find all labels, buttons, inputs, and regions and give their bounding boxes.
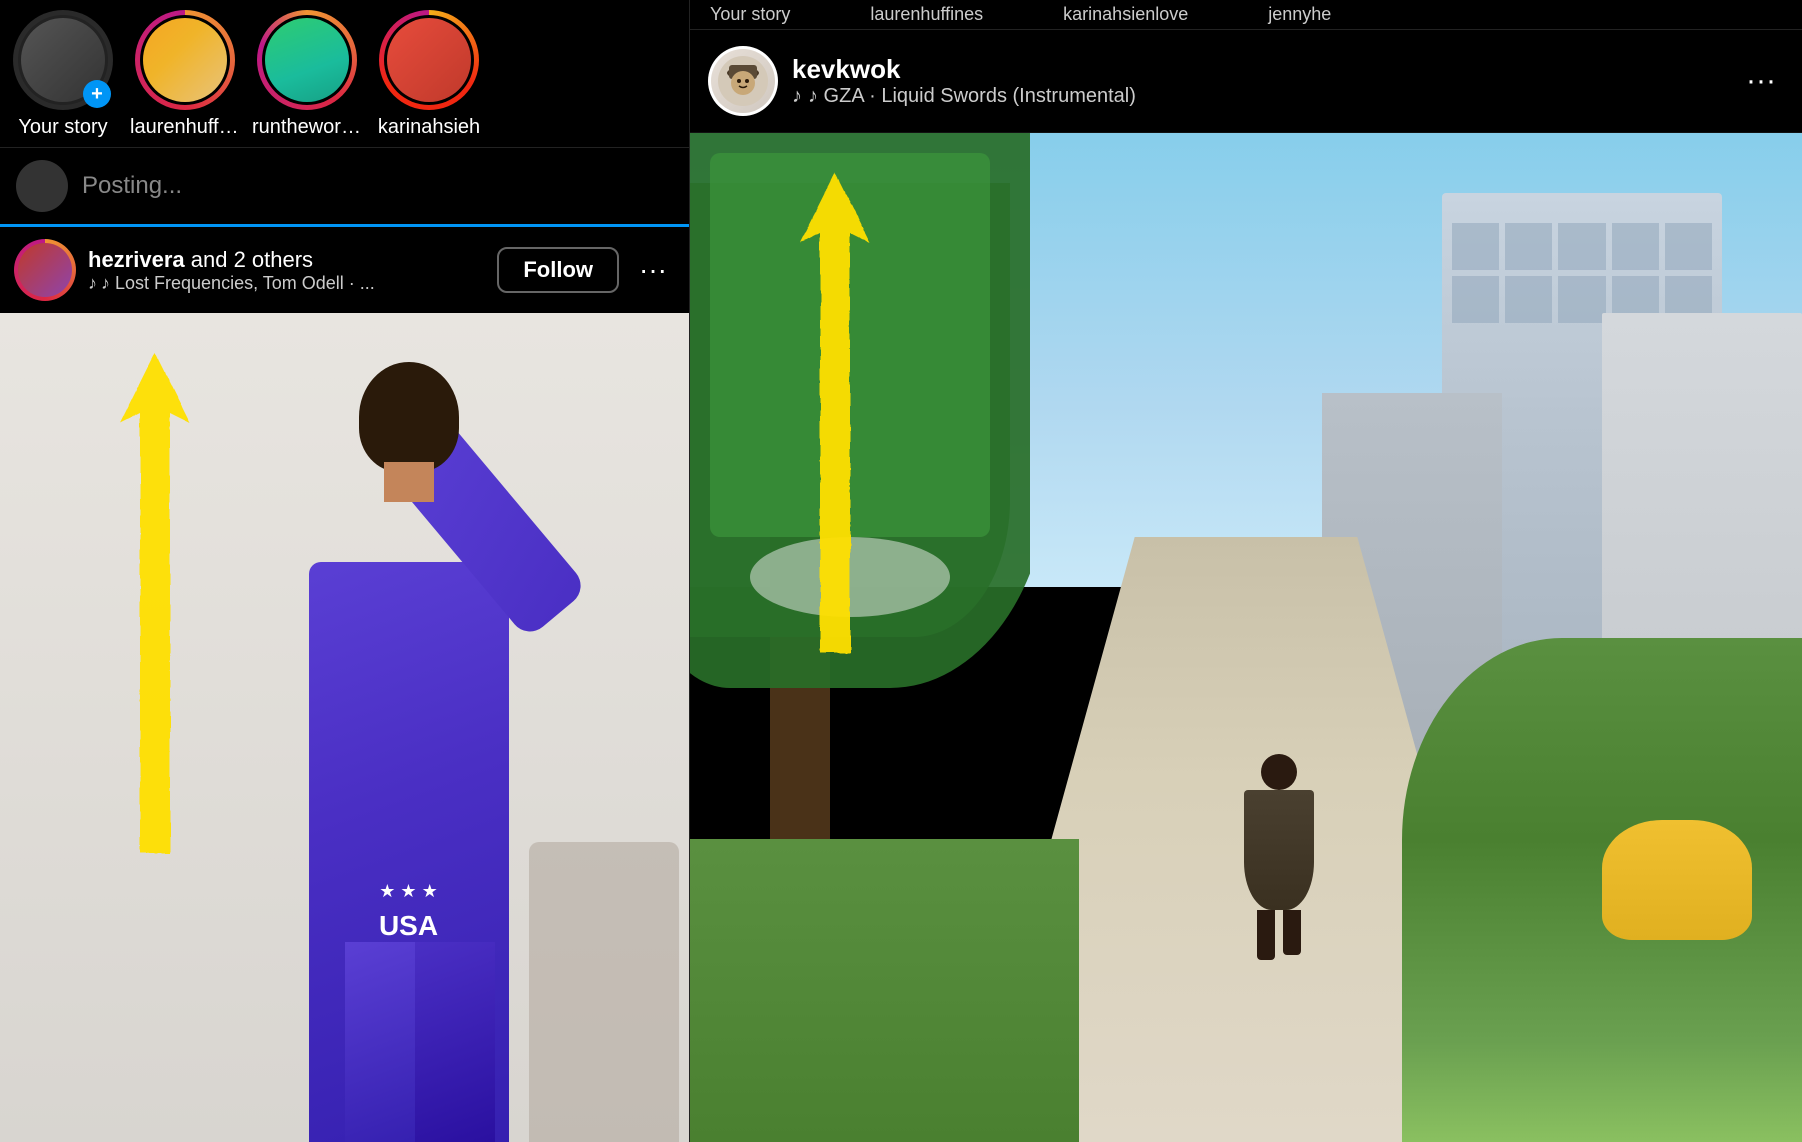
follow-button[interactable]: Follow <box>497 247 619 293</box>
music-text: ♪ Lost Frequencies, Tom Odell · ... <box>101 273 375 294</box>
kevkwok-more-button[interactable]: ··· <box>1738 64 1784 98</box>
runtheworldwide-label: runtheworldwide <box>252 116 362 139</box>
laurenhuffines-label: laurenhuffines <box>130 116 240 139</box>
hezrivera-username[interactable]: hezrivera and 2 others <box>88 247 485 273</box>
hezrivera-avatar-wrap[interactable] <box>14 239 76 301</box>
right-top-label-1: Your story <box>710 4 790 25</box>
person-leg-r <box>1283 910 1301 955</box>
posting-row: Posting... <box>0 147 689 227</box>
right-top-label-3: karinahsienlove <box>1063 4 1188 25</box>
laurenhuffines-ring-inner <box>140 15 230 105</box>
runtheworldwide-avatar <box>265 18 349 102</box>
feed-image-area: USA ★ ★ ★ <box>0 313 689 1142</box>
yellow-flowers <box>1602 820 1752 940</box>
karinahsieh-avatar <box>387 18 471 102</box>
yellow-arrow-left <box>110 343 200 868</box>
karinahsieh-ring <box>379 10 479 110</box>
kevkwok-music-text: ♪ GZA · Liquid Swords (Instrumental) <box>808 85 1136 108</box>
karinahsieh-label: karinahsieh <box>378 116 480 139</box>
posting-avatar <box>16 160 68 212</box>
posting-text: Posting... <box>82 172 182 200</box>
kevkwok-info: kevkwok ♪ ♪ GZA · Liquid Swords (Instrum… <box>792 54 1724 108</box>
and-others-text: and 2 others <box>191 247 313 272</box>
laurenhuffines-avatar-wrap <box>135 10 235 110</box>
story-item-runtheworldwide[interactable]: runtheworldwide <box>252 10 362 139</box>
karinahsieh-ring-inner <box>384 15 474 105</box>
ground-left <box>690 839 1079 1142</box>
person-head <box>1261 754 1297 790</box>
music-note-right-icon: ♪ <box>792 85 802 108</box>
karinahsieh-avatar-wrap <box>379 10 479 110</box>
right-top-label-2: laurenhuffines <box>870 4 983 25</box>
bg-figure <box>529 842 679 1142</box>
laurenhuffines-avatar <box>143 18 227 102</box>
gymnast-image: USA ★ ★ ★ <box>0 313 689 1142</box>
right-feed-header: kevkwok ♪ ♪ GZA · Liquid Swords (Instrum… <box>690 30 1802 133</box>
kevkwok-avatar-img <box>717 55 769 107</box>
right-panel: Your story laurenhuffines karinahsienlov… <box>690 0 1802 1142</box>
person-figure <box>1244 754 1314 960</box>
feed-header: hezrivera and 2 others ♪ ♪ Lost Frequenc… <box>0 227 689 313</box>
person-body <box>1244 790 1314 910</box>
kevkwok-music: ♪ ♪ GZA · Liquid Swords (Instrumental) <box>792 85 1724 108</box>
gymnast-leg-r <box>415 942 495 1142</box>
kevkwok-avatar-bg <box>711 49 775 113</box>
gymnast-leg-l <box>345 942 425 1142</box>
your-story-avatar-wrap: + <box>13 10 113 110</box>
right-top-labels-row: Your story laurenhuffines karinahsienlov… <box>690 0 1802 30</box>
your-story-label: Your story <box>18 116 107 139</box>
story-item-karinahsieh[interactable]: karinahsieh <box>374 10 484 139</box>
window <box>1452 223 1499 270</box>
person-leg-l <box>1257 910 1275 960</box>
music-note-icon: ♪ <box>88 273 97 294</box>
yellow-arrow-right <box>790 163 880 668</box>
hezrivera-avatar-bg <box>18 243 72 297</box>
story-item-your-story[interactable]: + Your story <box>8 10 118 139</box>
gymnast-head <box>359 362 459 472</box>
hezrivera-user-info: hezrivera and 2 others ♪ ♪ Lost Frequenc… <box>88 247 485 294</box>
gymnast-neck <box>384 462 434 502</box>
runtheworldwide-ring-inner <box>262 15 352 105</box>
right-top-label-4: jennyhe <box>1268 4 1331 25</box>
right-feed-image <box>690 133 1802 1142</box>
add-story-button[interactable]: + <box>83 80 111 108</box>
hezrivera-avatar <box>18 243 72 297</box>
usa-text: USA <box>379 910 438 942</box>
person-legs <box>1244 910 1314 960</box>
feed-item-hezrivera: hezrivera and 2 others ♪ ♪ Lost Frequenc… <box>0 227 689 1142</box>
laurenhuffines-ring <box>135 10 235 110</box>
kevkwok-username[interactable]: kevkwok <box>792 54 1724 85</box>
kevkwok-avatar[interactable] <box>708 46 778 116</box>
stories-row: + Your story laurenhuffines <box>0 0 689 147</box>
gymnast-figure: USA ★ ★ ★ <box>249 322 569 1142</box>
left-panel: + Your story laurenhuffines <box>0 0 690 1142</box>
runtheworldwide-ring <box>257 10 357 110</box>
more-options-button[interactable]: ··· <box>631 254 675 286</box>
hezrivera-music: ♪ ♪ Lost Frequencies, Tom Odell · ... <box>88 273 485 294</box>
stars-text: ★ ★ ★ <box>379 881 437 902</box>
story-item-laurenhuffines[interactable]: laurenhuffines <box>130 10 240 139</box>
runtheworldwide-avatar-wrap <box>257 10 357 110</box>
